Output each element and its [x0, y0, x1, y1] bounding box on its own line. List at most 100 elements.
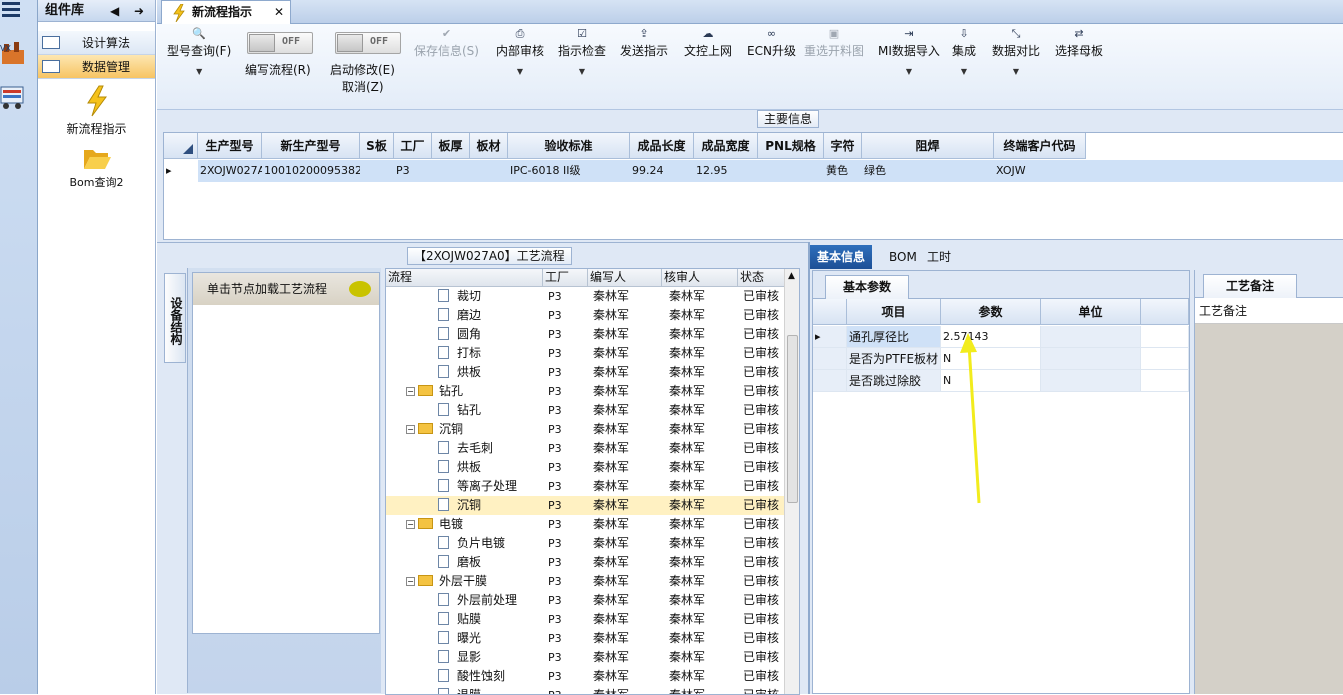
chevron-down-icon[interactable]: ▼: [558, 67, 606, 76]
tree-row[interactable]: − 外层干膜 P3 秦林军 秦林军 已审核: [386, 572, 784, 591]
tree-row[interactable]: 显影 P3 秦林军 秦林军 已审核: [386, 648, 784, 667]
write-process-toggle[interactable]: OFF: [247, 32, 313, 54]
grid-cell[interactable]: 绿色: [862, 160, 994, 182]
tree-row[interactable]: 裁切 P3 秦林军 秦林军 已审核: [386, 287, 784, 306]
scroll-up-icon[interactable]: ▲: [788, 271, 795, 281]
tab-work-hours[interactable]: 工时: [920, 245, 958, 269]
select-mother-board-button[interactable]: ⇄ 选择母板: [1055, 28, 1103, 59]
tree-row[interactable]: 去毛刺 P3 秦林军 秦林军 已审核: [386, 439, 784, 458]
grid-cell[interactable]: IPC-6018 II级: [508, 160, 630, 182]
column-header-factory[interactable]: 工厂: [543, 269, 588, 287]
param-unit[interactable]: [1041, 348, 1141, 370]
grid-cell[interactable]: 2XOJW027A0: [198, 160, 262, 182]
pin-icon[interactable]: ➜: [134, 0, 144, 22]
param-unit[interactable]: [1041, 370, 1141, 392]
column-header[interactable]: 板厚: [432, 133, 470, 159]
tree-node[interactable]: − 钻孔: [406, 382, 463, 401]
column-header-unit[interactable]: 单位: [1041, 299, 1141, 325]
cancel-modify-label[interactable]: 取消(Z): [342, 78, 384, 95]
param-item[interactable]: 是否跳过除胶: [847, 370, 941, 392]
scroll-thumb[interactable]: [787, 335, 798, 503]
tree-node[interactable]: 烘板: [438, 363, 481, 382]
tree-node[interactable]: 曝光: [438, 629, 481, 648]
column-header[interactable]: 工厂: [394, 133, 432, 159]
grid-cell[interactable]: [758, 160, 824, 182]
sidebar-item-data-management[interactable]: 数据管理: [38, 55, 155, 79]
grid-cell[interactable]: P3: [394, 160, 432, 182]
grid-cell[interactable]: XOJW: [994, 160, 1086, 182]
tab-basic-info[interactable]: 基本信息: [810, 245, 873, 269]
tool-bom-query[interactable]: Bom查询2: [38, 145, 155, 190]
column-header[interactable]: PNL规格: [758, 133, 824, 159]
load-process-hint-bar[interactable]: 单击节点加载工艺流程: [193, 273, 379, 305]
dashboard-app-icon[interactable]: [0, 84, 26, 110]
tree-node[interactable]: 外层前处理: [438, 591, 517, 610]
tab-process-memo[interactable]: 工艺备注: [1203, 274, 1297, 298]
sidebar-item-design-algorithm[interactable]: 设计算法: [38, 31, 155, 55]
row-indicator[interactable]: [813, 348, 847, 370]
param-item[interactable]: 是否为PTFE板材: [847, 348, 941, 370]
model-query-button[interactable]: 🔍 型号查询(F) ▼: [167, 28, 231, 77]
tree-row[interactable]: − 沉铜 P3 秦林军 秦林军 已审核: [386, 420, 784, 439]
column-header[interactable]: 生产型号: [198, 133, 262, 159]
reselect-cutting-chart-button[interactable]: ▣ 重选开料图: [804, 28, 864, 59]
chevron-down-icon[interactable]: ▼: [992, 67, 1040, 76]
menu-icon[interactable]: [2, 2, 20, 18]
param-unit[interactable]: [1041, 326, 1141, 348]
column-header[interactable]: 验收标准: [508, 133, 630, 159]
tree-row[interactable]: 酸性蚀刻 P3 秦林军 秦林军 已审核: [386, 667, 784, 686]
column-header-reviewer[interactable]: 核审人: [662, 269, 738, 287]
column-header[interactable]: 成品长度: [630, 133, 694, 159]
save-info-button[interactable]: ✔ 保存信息(S): [414, 28, 479, 59]
tree-node[interactable]: 去毛刺: [438, 439, 493, 458]
column-header[interactable]: 板材: [470, 133, 508, 159]
tree-node[interactable]: 磨板: [438, 553, 481, 572]
tree-node[interactable]: 裁切: [438, 287, 481, 306]
data-compare-button[interactable]: ⤡ 数据对比 ▼: [992, 28, 1040, 77]
tab-new-process[interactable]: 新流程指示 ✕: [161, 0, 291, 25]
column-header-param[interactable]: 参数: [941, 299, 1041, 325]
chevron-down-icon[interactable]: ▼: [878, 67, 940, 76]
tree-row[interactable]: − 电镀 P3 秦林军 秦林军 已审核: [386, 515, 784, 534]
internal-review-button[interactable]: ⎙ 内部审核 ▼: [496, 28, 544, 77]
grid-cell[interactable]: [360, 160, 394, 182]
instruction-check-button[interactable]: ☑ 指示检查 ▼: [558, 28, 606, 77]
tree-node[interactable]: 钻孔: [438, 401, 481, 420]
tree-node[interactable]: − 电镀: [406, 515, 463, 534]
factory-app-icon[interactable]: VX: [0, 40, 26, 66]
column-header-status[interactable]: 状态: [738, 269, 786, 287]
tree-row[interactable]: 负片电镀 P3 秦林军 秦林军 已审核: [386, 534, 784, 553]
tree-row[interactable]: 沉铜 P3 秦林军 秦林军 已审核: [386, 496, 784, 515]
chevron-down-icon[interactable]: ▼: [952, 67, 976, 76]
tree-row[interactable]: 打标 P3 秦林军 秦林军 已审核: [386, 344, 784, 363]
grid-cell[interactable]: 12.95: [694, 160, 758, 182]
tab-bom[interactable]: BOM: [882, 245, 924, 269]
grid-cell[interactable]: 黄色: [824, 160, 862, 182]
column-header[interactable]: 新生产型号: [262, 133, 360, 159]
tree-node[interactable]: − 沉铜: [406, 420, 463, 439]
collapse-left-icon[interactable]: ◀: [110, 0, 119, 22]
tree-row[interactable]: 曝光 P3 秦林军 秦林军 已审核: [386, 629, 784, 648]
tree-node[interactable]: 等离子处理: [438, 477, 517, 496]
grid-cell[interactable]: [432, 160, 470, 182]
column-header-writer[interactable]: 编写人: [588, 269, 662, 287]
grid-cell[interactable]: 99.24: [630, 160, 694, 182]
tree-row[interactable]: 等离子处理 P3 秦林军 秦林军 已审核: [386, 477, 784, 496]
tree-row[interactable]: − 钻孔 P3 秦林军 秦林军 已审核: [386, 382, 784, 401]
collapse-icon[interactable]: −: [406, 425, 415, 434]
tree-row[interactable]: 钻孔 P3 秦林军 秦林军 已审核: [386, 401, 784, 420]
tree-row[interactable]: 磨板 P3 秦林军 秦林军 已审核: [386, 553, 784, 572]
column-header[interactable]: S板: [360, 133, 394, 159]
send-instruction-button[interactable]: ⇪ 发送指示: [620, 28, 668, 59]
tree-row[interactable]: 烘板 P3 秦林军 秦林军 已审核: [386, 458, 784, 477]
column-header[interactable]: 终端客户代码: [994, 133, 1086, 159]
tree-node[interactable]: 酸性蚀刻: [438, 667, 505, 686]
column-header[interactable]: 成品宽度: [694, 133, 758, 159]
tool-new-process[interactable]: 新流程指示: [38, 85, 155, 137]
collapse-icon[interactable]: −: [406, 577, 415, 586]
tree-node[interactable]: 显影: [438, 648, 481, 667]
ecn-upgrade-button[interactable]: ∞ ECN升级: [747, 28, 796, 59]
collapse-icon[interactable]: −: [406, 520, 415, 529]
tree-row[interactable]: 磨边 P3 秦林军 秦林军 已审核: [386, 306, 784, 325]
column-header-process[interactable]: 流程: [386, 269, 543, 287]
